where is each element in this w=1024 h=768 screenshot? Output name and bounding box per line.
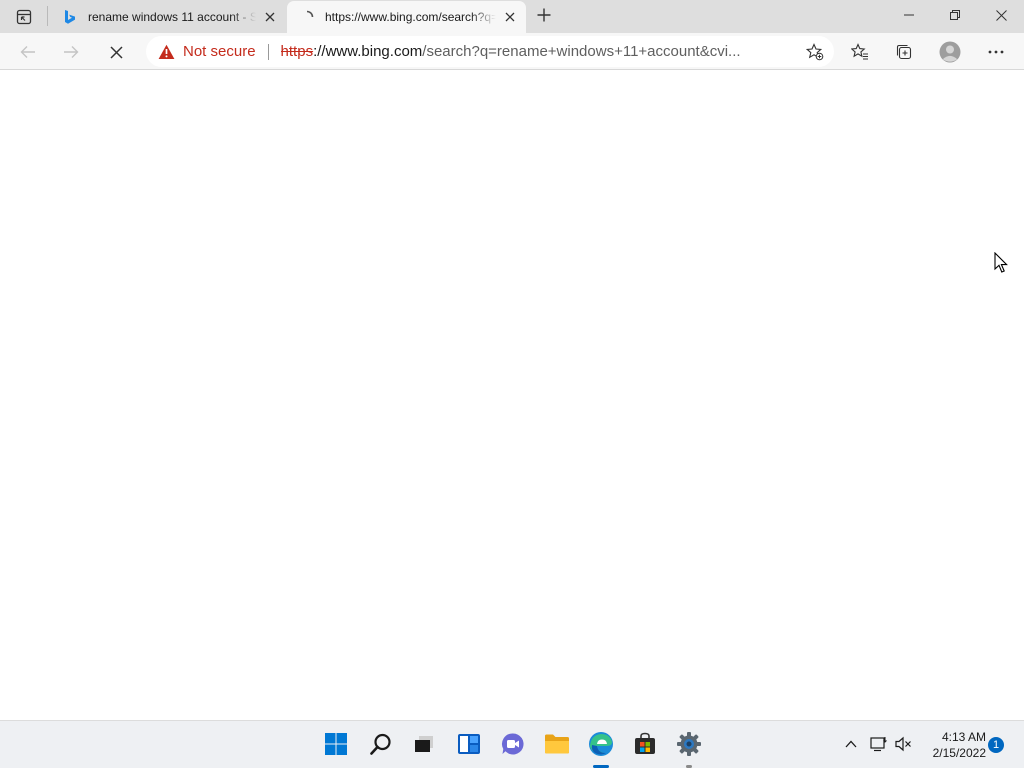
restore-icon — [950, 10, 960, 20]
stop-loading-button[interactable] — [101, 37, 131, 67]
show-hidden-icons-button[interactable] — [840, 733, 862, 755]
close-window-button[interactable] — [978, 0, 1024, 30]
widgets-icon — [458, 734, 480, 754]
more-icon — [988, 50, 1004, 54]
forward-button[interactable] — [56, 37, 86, 67]
mouse-cursor-icon — [994, 252, 1008, 273]
task-view-icon — [415, 736, 433, 752]
page-content[interactable] — [0, 71, 1024, 720]
settings-more-button[interactable] — [981, 37, 1011, 67]
avatar-icon — [939, 41, 961, 63]
windows-logo-icon — [325, 733, 347, 755]
store-button[interactable] — [630, 729, 660, 759]
collections-button[interactable] — [889, 37, 919, 67]
url-host: ://www.bing.com — [313, 43, 423, 60]
file-explorer-button[interactable] — [542, 729, 572, 759]
task-view-button[interactable] — [409, 729, 439, 759]
browser-toolbar: Not secure https://www.bing.com/search?q… — [0, 33, 1024, 70]
clock-time: 4:13 AM — [941, 730, 986, 744]
url-scheme: https — [280, 43, 314, 60]
store-icon — [635, 732, 655, 754]
favorites-button[interactable] — [845, 37, 875, 67]
arrow-left-icon — [20, 46, 35, 58]
url-path: /search?q=rename+windows+11+account&cvi.… — [422, 43, 741, 60]
notification-badge[interactable]: 1 — [988, 737, 1004, 753]
chat-button[interactable] — [498, 729, 528, 759]
tab-actions-button[interactable] — [10, 6, 38, 28]
speaker-muted-icon — [895, 736, 911, 752]
tab-loading-page[interactable]: https://www.bing.com/search?q=rename+win… — [287, 1, 526, 33]
volume-tray-button[interactable] — [893, 733, 915, 755]
monitor-icon — [870, 737, 887, 752]
address-separator — [267, 43, 269, 60]
minimize-icon — [904, 14, 914, 16]
star-add-icon — [806, 43, 824, 61]
arrow-right-icon — [64, 46, 79, 58]
plus-icon — [537, 8, 551, 22]
profile-button[interactable] — [935, 37, 965, 67]
minimize-button[interactable] — [886, 0, 932, 30]
collections-icon — [896, 44, 912, 60]
favorites-icon — [851, 43, 868, 60]
tab-bing-search[interactable]: rename windows 11 account - Search — [50, 0, 286, 33]
display-tray-button[interactable] — [868, 733, 890, 755]
close-tab-icon[interactable] — [260, 7, 280, 27]
tab-separator — [47, 6, 48, 26]
close-icon — [109, 45, 123, 59]
security-status-label[interactable]: Not secure — [183, 43, 256, 60]
search-icon — [370, 733, 391, 755]
back-button[interactable] — [13, 37, 43, 67]
settings-button[interactable] — [674, 729, 704, 759]
url-text[interactable]: https://www.bing.com/search?q=rename+win… — [281, 43, 781, 60]
clock[interactable]: 4:13 AM 2/15/2022 — [922, 729, 986, 761]
start-button[interactable] — [321, 729, 351, 759]
folder-icon — [545, 734, 569, 754]
close-icon — [995, 9, 1007, 21]
add-favorite-button[interactable] — [802, 39, 828, 65]
close-tab-icon[interactable] — [500, 7, 520, 27]
bing-icon — [62, 9, 78, 25]
tab-strip: rename windows 11 account - Search https… — [0, 0, 1024, 33]
chat-icon — [502, 733, 524, 755]
widgets-button[interactable] — [454, 729, 484, 759]
taskbar: 4:13 AM 2/15/2022 1 — [0, 720, 1024, 768]
tab-actions-icon — [16, 9, 32, 25]
new-tab-button[interactable] — [533, 4, 555, 26]
loading-spinner-icon — [299, 9, 315, 25]
restore-button[interactable] — [932, 0, 978, 30]
search-button[interactable] — [366, 729, 396, 759]
address-bar[interactable]: Not secure https://www.bing.com/search?q… — [146, 36, 834, 67]
warning-icon[interactable] — [157, 43, 175, 61]
edge-button[interactable] — [586, 729, 616, 759]
clock-date: 2/15/2022 — [932, 746, 986, 760]
tab-title: rename windows 11 account - Search — [88, 9, 256, 24]
edge-icon — [589, 732, 613, 756]
gear-icon — [677, 732, 701, 756]
tab-title: https://www.bing.com/search?q=rename+win… — [325, 10, 496, 24]
chevron-up-icon — [845, 740, 857, 748]
